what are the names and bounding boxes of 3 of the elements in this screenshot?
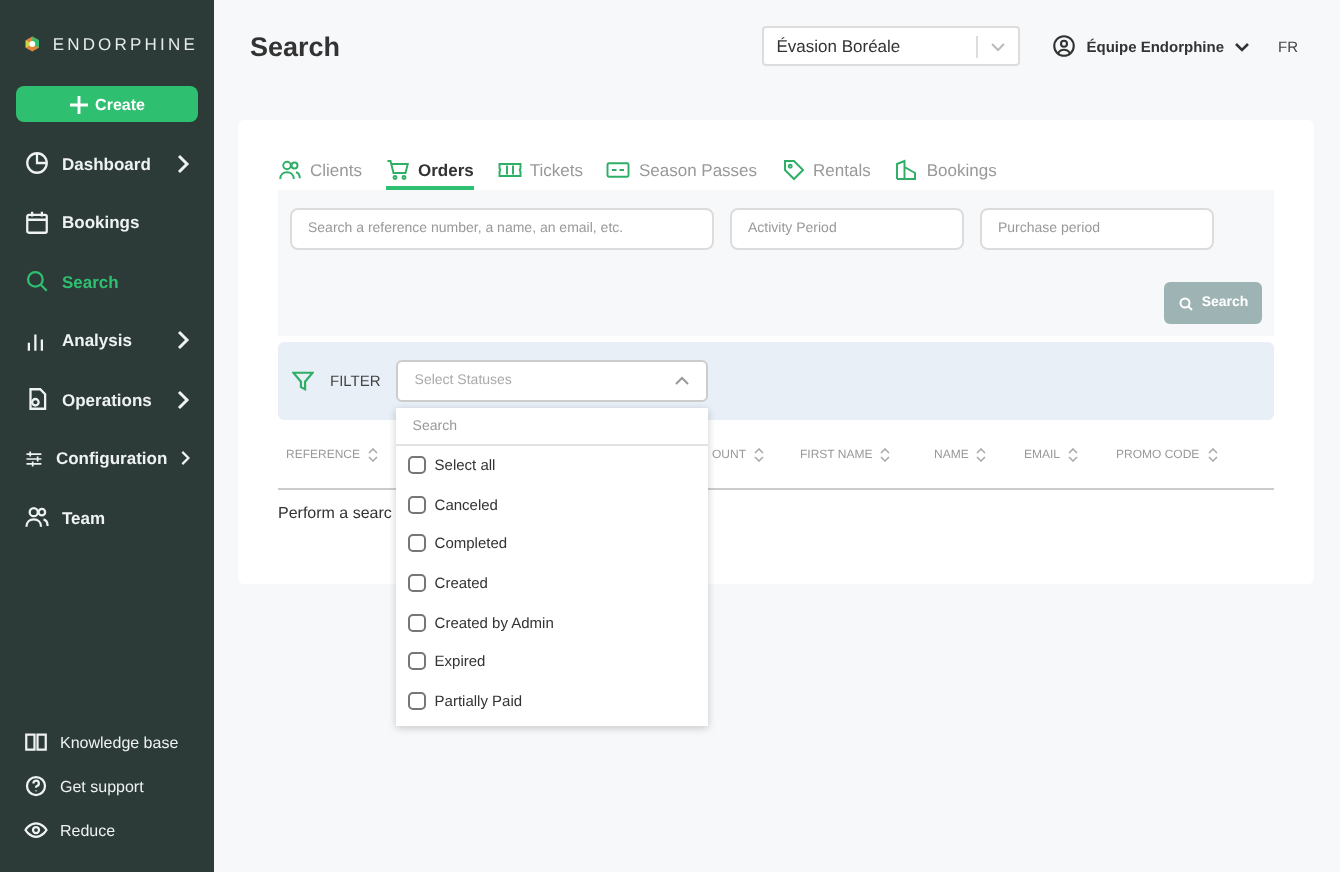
empty-message: Perform a searc (278, 504, 392, 522)
logo-text: ENDORPHINE (52, 34, 198, 54)
page-title: Search (250, 31, 343, 61)
